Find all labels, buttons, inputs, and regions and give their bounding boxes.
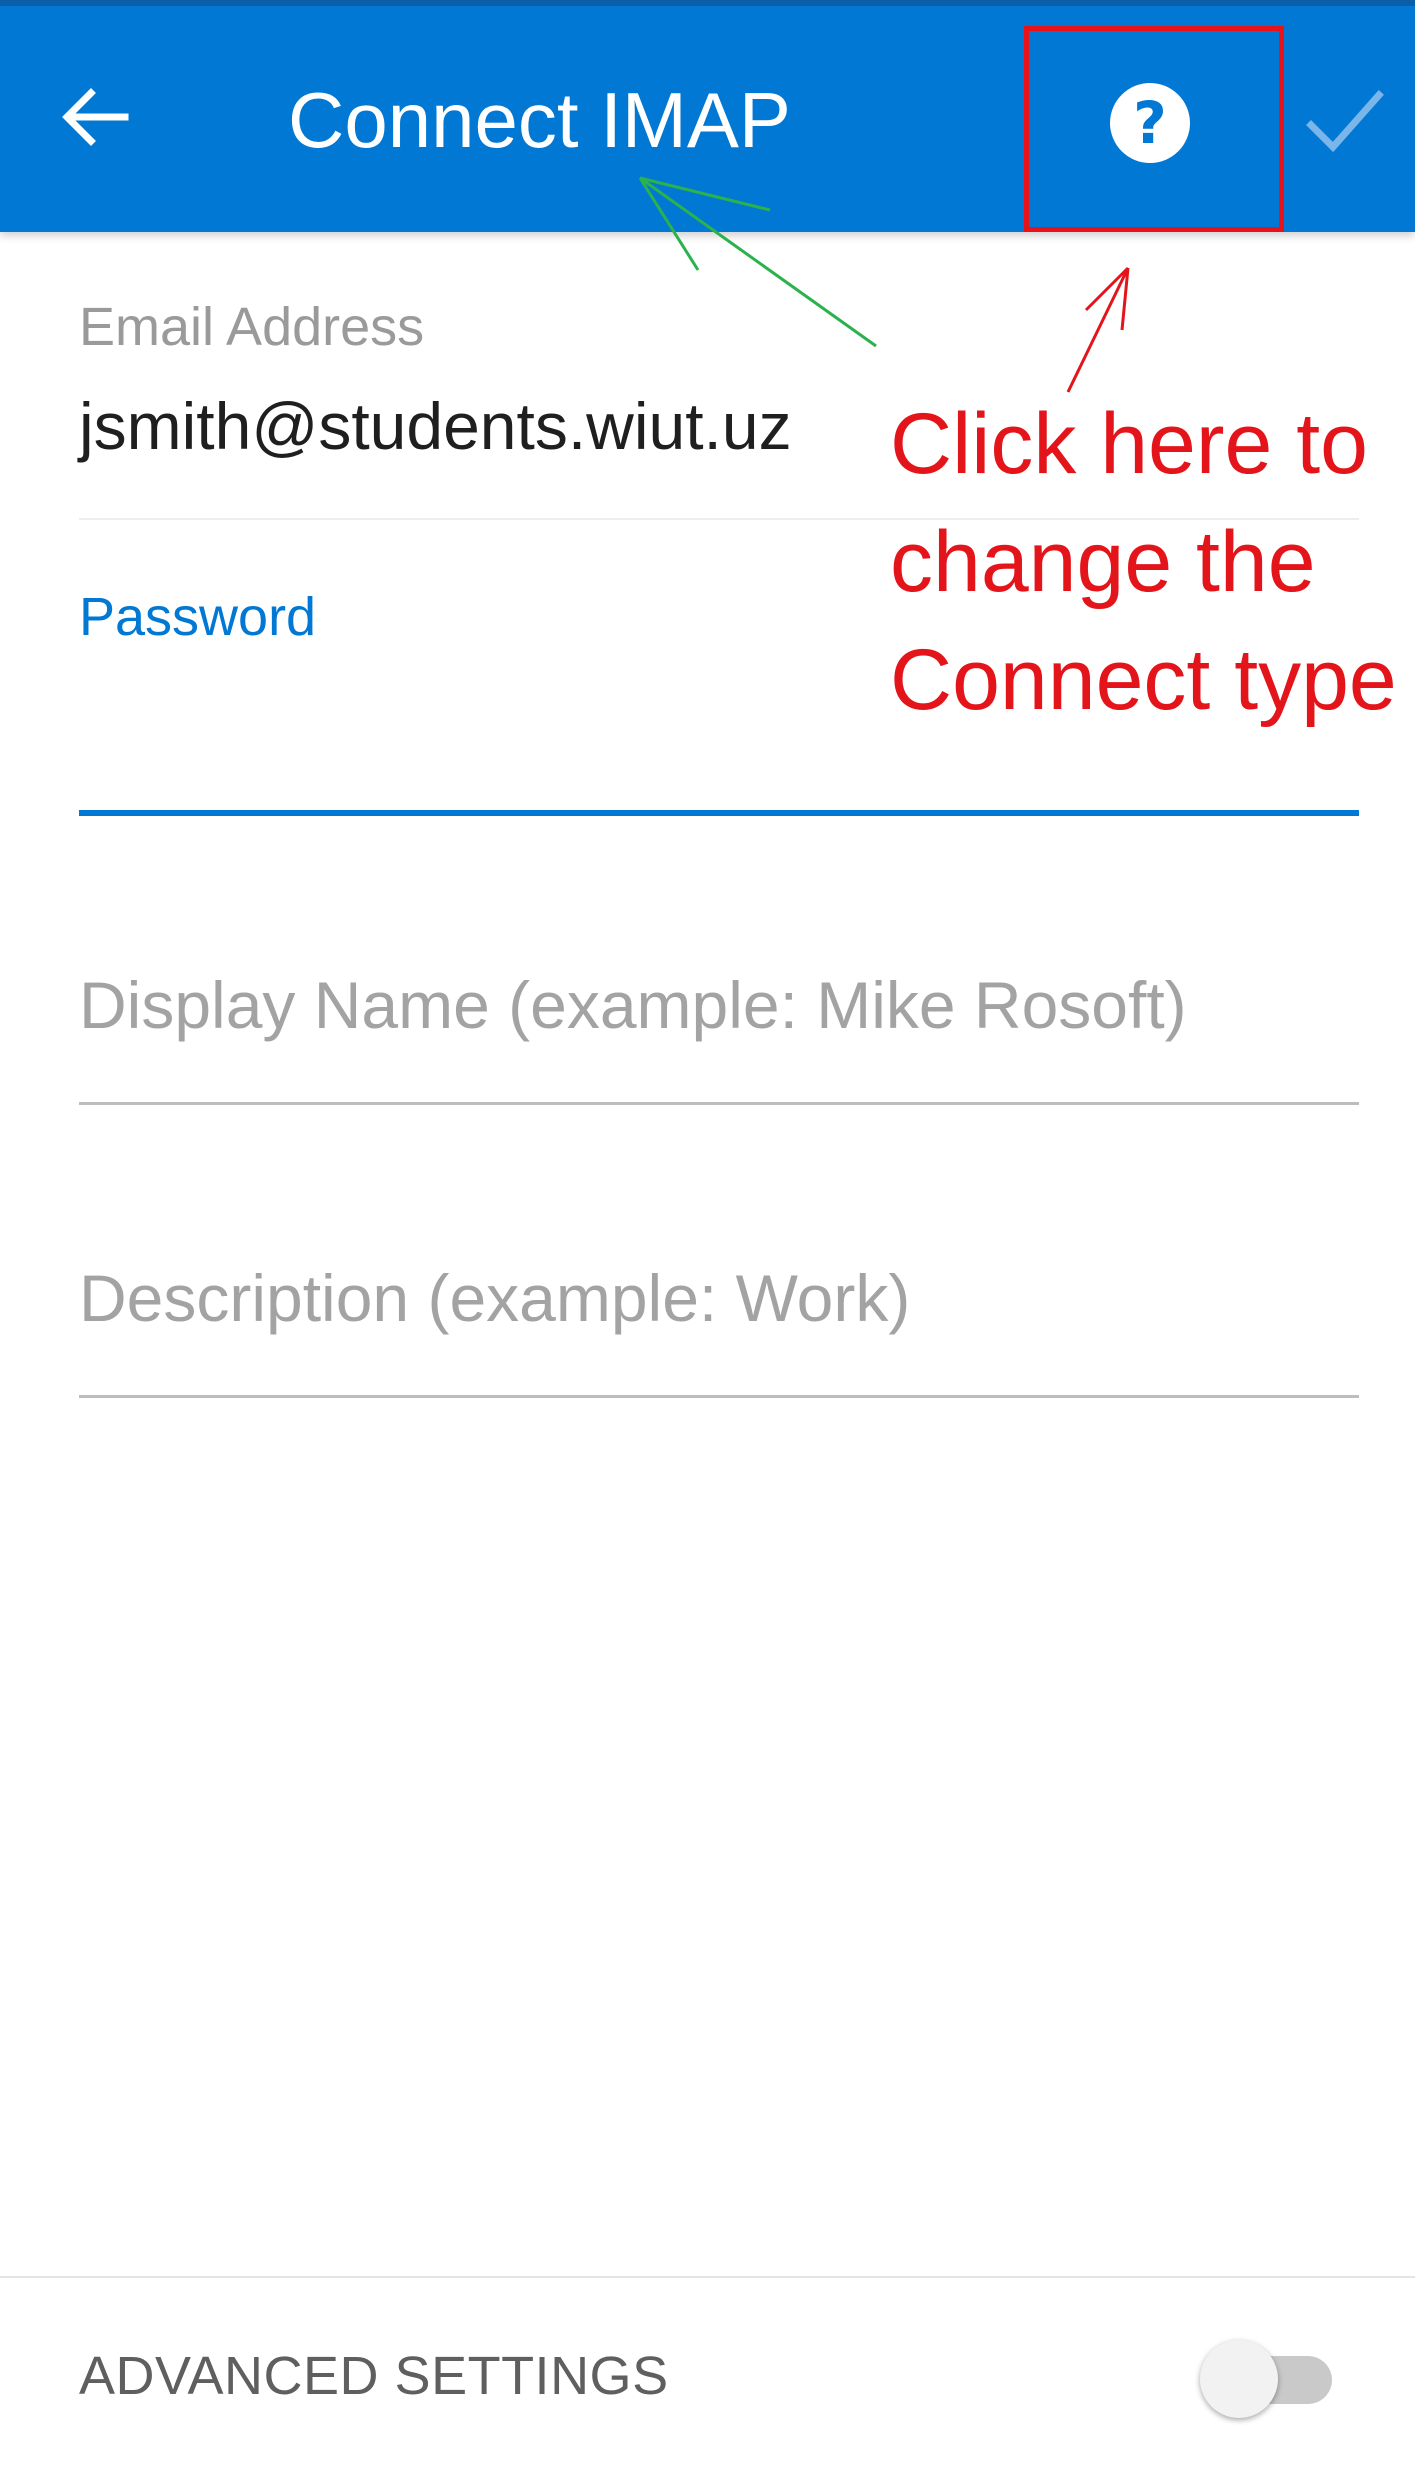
- page-title: Connect IMAP: [288, 76, 791, 164]
- annotation-text: Click here to change the Connect type: [890, 385, 1410, 739]
- arrow-left-icon: [59, 81, 131, 158]
- back-button[interactable]: [50, 74, 140, 164]
- advanced-settings-toggle[interactable]: [1200, 2336, 1335, 2418]
- email-field[interactable]: jsmith@students.wiut.uz: [79, 388, 792, 464]
- connect-imap-screen: Connect IMAP ? Email Address jsmith@stud…: [0, 0, 1415, 2470]
- red-arrow-to-help: [1066, 266, 1130, 393]
- toggle-thumb: [1200, 2340, 1278, 2418]
- annotation-line: Click here to: [890, 396, 1368, 492]
- email-label: Email Address: [79, 297, 425, 357]
- advanced-settings-label: ADVANCED SETTINGS: [79, 2346, 669, 2406]
- annotation-line: Connect type: [890, 632, 1397, 728]
- annotation-line: change the: [890, 514, 1316, 610]
- password-label: Password: [79, 587, 317, 647]
- divider: [0, 2276, 1415, 2278]
- annotation-highlight-box: [1024, 26, 1284, 232]
- checkmark-icon: [1305, 87, 1385, 162]
- confirm-button[interactable]: [1295, 74, 1395, 174]
- description-underline: [79, 1395, 1359, 1398]
- password-underline: [79, 810, 1359, 816]
- annotation-arrows: [638, 176, 1130, 393]
- description-field[interactable]: Description (example: Work): [79, 1260, 910, 1336]
- display-name-field[interactable]: Display Name (example: Mike Rosoft): [79, 967, 1187, 1043]
- display-name-underline: [79, 1102, 1359, 1105]
- status-edge: [0, 0, 1415, 6]
